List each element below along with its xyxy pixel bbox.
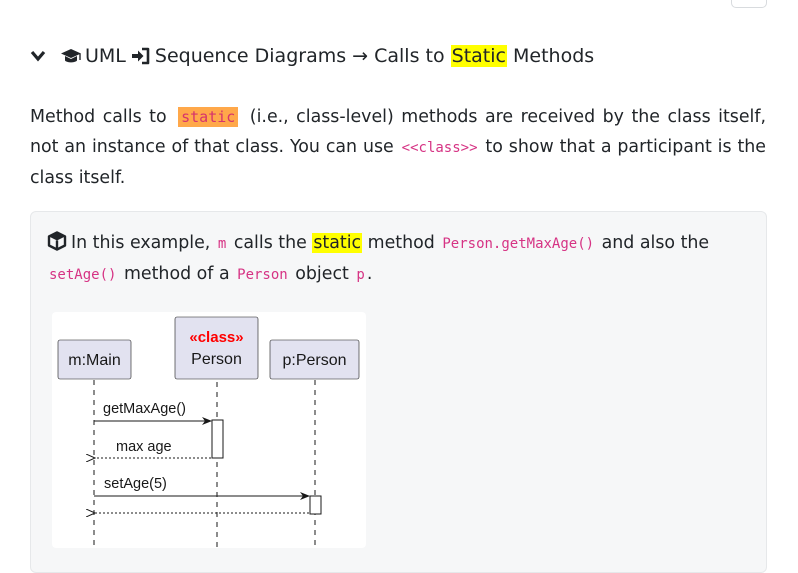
activation-person-class xyxy=(211,419,224,459)
heading-part-path: Sequence Diagrams → Calls to xyxy=(154,45,451,67)
example-text-2: calls the xyxy=(233,233,307,253)
code-person: Person xyxy=(237,267,288,283)
code-setage: setAge() xyxy=(49,267,117,283)
participant-person-class xyxy=(174,316,259,380)
chevron-down-icon[interactable] xyxy=(30,50,46,62)
participant-stereotype-label: «class» xyxy=(189,329,243,346)
activation-person-object xyxy=(309,495,322,515)
code-m: m xyxy=(217,236,227,252)
message-maxage-label: max age xyxy=(116,439,172,455)
example-text: In this example, m calls the static meth… xyxy=(47,228,752,290)
message-setage-label: setAge(5) xyxy=(104,476,167,492)
section-heading[interactable]: UML Sequence Diagrams → Calls to Static … xyxy=(30,42,594,70)
example-text-4: and also the xyxy=(601,233,710,253)
example-text-1: In this example, xyxy=(71,233,211,253)
sequence-diagram: m:Main «class» Person p:Person getMaxAge… xyxy=(52,312,366,548)
heading-highlight: Static xyxy=(450,45,507,67)
heading-part-methods: Methods xyxy=(506,45,595,67)
participant-person-class-label: Person xyxy=(191,351,242,368)
example-text-6: object xyxy=(295,264,349,284)
participant-person-object-label: p:Person xyxy=(282,352,346,369)
sequence-diagram-svg: m:Main «class» Person p:Person getMaxAge… xyxy=(57,316,360,548)
message-getmaxage-label: getMaxAge() xyxy=(103,401,186,417)
example-box: In this example, m calls the static meth… xyxy=(30,211,767,573)
example-highlight-static: static xyxy=(312,233,363,253)
graduation-cap-icon xyxy=(61,49,81,63)
code-person-getmaxage: Person.getMaxAge() xyxy=(442,236,595,252)
example-text-5: method of a xyxy=(123,264,230,284)
example-text-7: . xyxy=(366,264,373,284)
code-static: static xyxy=(178,107,239,127)
participant-main-label: m:Main xyxy=(68,352,120,369)
sign-in-icon xyxy=(131,47,150,65)
cube-icon xyxy=(47,231,67,251)
top-right-box xyxy=(731,0,767,8)
code-p: p xyxy=(356,267,365,283)
code-class-stereotype: <<class>> xyxy=(401,140,478,156)
example-text-3: method xyxy=(367,233,435,253)
heading-part-uml: UML xyxy=(85,45,126,67)
intro-paragraph: Method calls to static (i.e., class-leve… xyxy=(30,102,766,193)
intro-text-1: Method calls to xyxy=(30,107,167,127)
